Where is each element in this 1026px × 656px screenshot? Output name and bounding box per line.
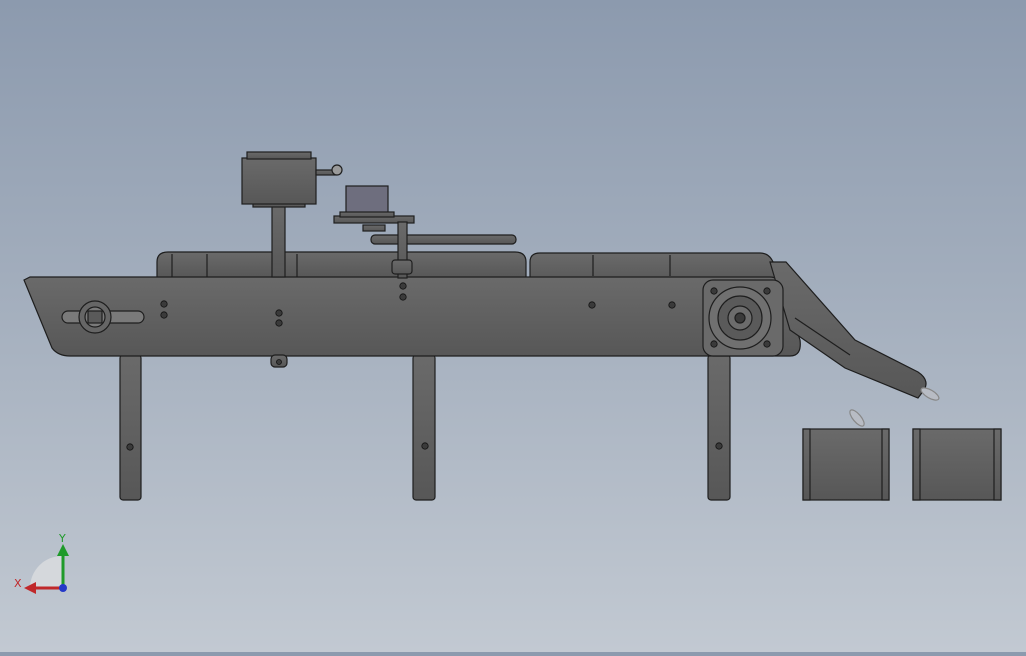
gearbox-handle-knob [331,164,343,176]
x-axis-label: X [14,577,22,590]
gearbox-post [271,204,286,278]
support-legs [119,354,731,501]
linkage-arm [370,234,517,245]
motor-boxes [802,387,1002,501]
conveyor-assembly-drawing: Y X [14,151,1002,594]
gearbox-housing [241,157,317,205]
leg-left [119,354,142,501]
leg-right [707,354,731,501]
cad-viewport[interactable]: Y X [0,0,1026,652]
motor-box-1 [802,428,890,501]
belt-rail-left [156,251,527,279]
leg-middle [412,354,436,501]
coordinate-triad: Y X [14,532,69,594]
motor-box-2 [912,428,1002,501]
discharge-chute [769,261,927,399]
gearbox-cap [246,151,312,160]
z-axis-dot [59,584,67,592]
y-axis-label: Y [58,532,66,545]
